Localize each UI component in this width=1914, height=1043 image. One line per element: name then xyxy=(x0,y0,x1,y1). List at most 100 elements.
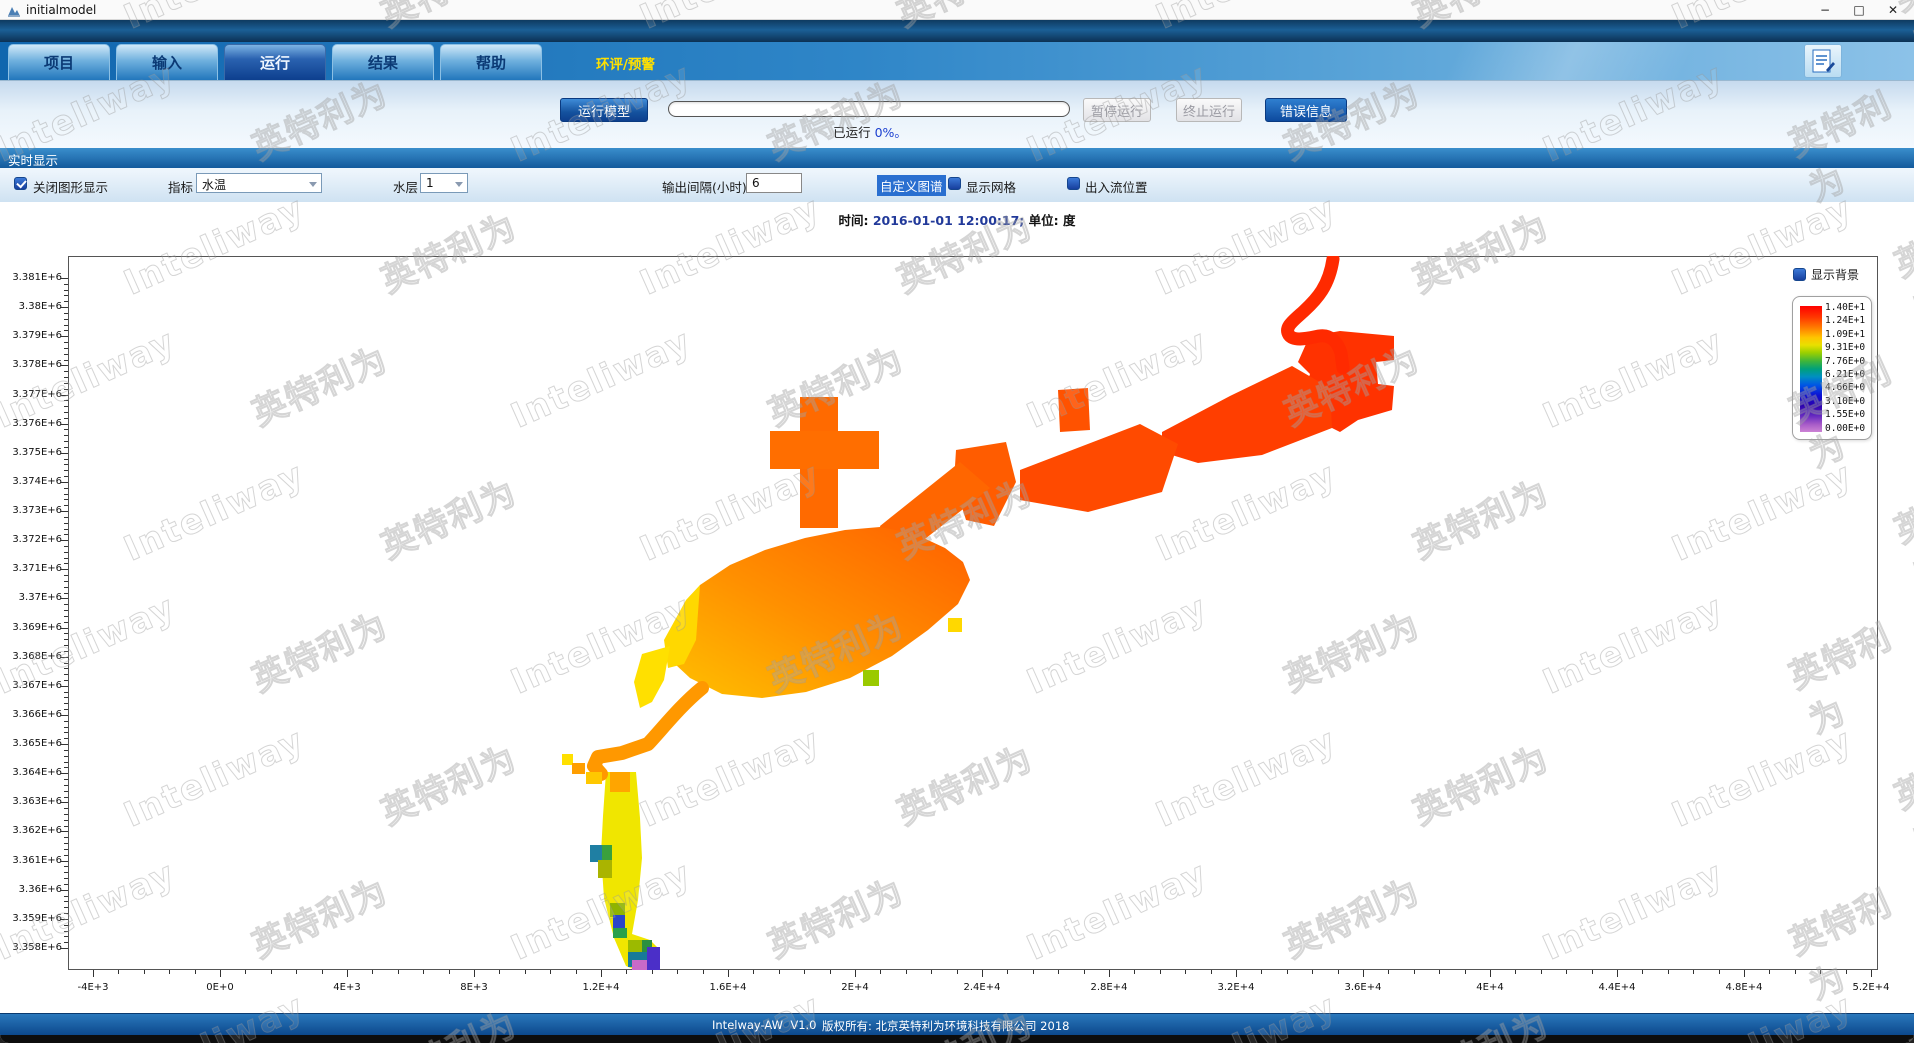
x-tick-label: 4.8E+4 xyxy=(1714,982,1774,993)
legend-value: 7.76E+0 xyxy=(1825,356,1871,369)
x-minor-tick xyxy=(169,970,170,974)
y-tick-mark xyxy=(61,890,68,891)
x-minor-tick xyxy=(957,970,958,974)
x-minor-tick xyxy=(1693,970,1694,974)
temperature-heatmap xyxy=(68,256,1878,970)
x-tick-mark xyxy=(1490,970,1491,977)
x-minor-tick xyxy=(322,970,323,974)
x-minor-tick xyxy=(753,970,754,974)
map-region-north-arm xyxy=(1058,388,1090,432)
x-tick-mark xyxy=(855,970,856,977)
x-minor-tick xyxy=(1211,970,1212,974)
y-tick-mark xyxy=(61,598,68,599)
layer-label: 水层 xyxy=(393,177,418,196)
chevron-down-icon xyxy=(309,182,317,187)
tab-env-warning[interactable]: 环评/预警 xyxy=(596,53,655,73)
menu-tab-项目[interactable]: 项目 xyxy=(8,44,110,80)
layer-select[interactable]: 1 xyxy=(420,173,468,193)
x-tick-label: 4E+3 xyxy=(317,982,377,993)
legend-toggle: 显示背景 xyxy=(1793,266,1859,283)
time-caption: 时间: 2016-01-01 12:00:17; 单位: 度 xyxy=(0,210,1914,229)
y-tick-label: 3.376E+6 xyxy=(2,418,62,429)
maximize-button[interactable]: □ xyxy=(1842,0,1876,20)
legend-gradient-bar xyxy=(1800,306,1822,432)
x-minor-tick xyxy=(1566,970,1567,974)
y-tick-label: 3.358E+6 xyxy=(2,942,62,953)
run-status: 已运行 0%。 xyxy=(770,122,970,141)
y-tick-label: 3.371E+6 xyxy=(2,563,62,574)
indicator-select[interactable]: 水温 xyxy=(196,173,322,193)
x-minor-tick xyxy=(626,970,627,974)
status-bar: Intelway-AW V1.0 版权所有: 北京英特利为环境科技有限公司 20… xyxy=(0,1013,1914,1035)
menu-tab-结果[interactable]: 结果 xyxy=(332,44,434,80)
x-tick-label: 0E+0 xyxy=(190,982,250,993)
map-cell xyxy=(598,860,612,878)
custom-legend-button[interactable]: 自定义图谱 xyxy=(877,175,946,196)
pause-run-button[interactable]: 暂停运行 xyxy=(1083,98,1151,122)
y-tick-label: 3.378E+6 xyxy=(2,359,62,370)
legend-value: 1.55E+0 xyxy=(1825,409,1871,422)
map-cell xyxy=(613,928,627,938)
legend-value: 9.31E+0 xyxy=(1825,342,1871,355)
menu-tab-帮助[interactable]: 帮助 xyxy=(440,44,542,80)
y-tick-mark xyxy=(61,773,68,774)
map-cell xyxy=(590,845,602,862)
x-minor-tick xyxy=(1084,970,1085,974)
x-minor-tick xyxy=(118,970,119,974)
y-tick-mark xyxy=(61,657,68,658)
close-graphics-label: 关闭图形显示 xyxy=(33,177,108,196)
realtime-controls: 关闭图形显示 指标 水温 水层 1 输出间隔(小时) 自定义图谱 显示网格 出入… xyxy=(0,168,1914,202)
x-minor-tick xyxy=(1769,970,1770,974)
output-interval-input[interactable] xyxy=(746,173,802,193)
app-version: Intelway-AW V1.0 xyxy=(712,1018,817,1032)
y-tick-mark xyxy=(61,365,68,366)
y-tick-mark xyxy=(61,861,68,862)
app-icon xyxy=(7,3,21,17)
y-tick-label: 3.374E+6 xyxy=(2,476,62,487)
x-tick-mark xyxy=(1236,970,1237,977)
y-tick-label: 3.373E+6 xyxy=(2,505,62,516)
y-tick-label: 3.362E+6 xyxy=(2,825,62,836)
show-background-checkbox[interactable] xyxy=(1793,268,1806,281)
error-info-button[interactable]: 错误信息 xyxy=(1265,98,1347,122)
run-toolbar: 运行模型 已运行 0%。 暂停运行 终止运行 错误信息 xyxy=(0,80,1914,148)
flow-position-checkbox[interactable] xyxy=(1067,177,1080,190)
map-cell xyxy=(610,903,625,917)
x-tick-mark xyxy=(220,970,221,977)
menu-tab-运行[interactable]: 运行 xyxy=(224,44,326,80)
menu-bar: 项目输入运行结果帮助 环评/预警 xyxy=(0,42,1914,80)
x-minor-tick xyxy=(1160,970,1161,974)
y-tick-mark xyxy=(61,715,68,716)
show-grid-checkbox[interactable] xyxy=(948,177,961,190)
x-minor-tick xyxy=(1414,970,1415,974)
y-tick-mark xyxy=(61,424,68,425)
run-model-button[interactable]: 运行模型 xyxy=(560,98,648,122)
report-icon[interactable] xyxy=(1804,44,1842,78)
x-minor-tick xyxy=(906,970,907,974)
menu-tab-输入[interactable]: 输入 xyxy=(116,44,218,80)
y-tick-mark xyxy=(61,831,68,832)
stop-run-button[interactable]: 终止运行 xyxy=(1176,98,1242,122)
y-tick-label: 3.36E+6 xyxy=(2,884,62,895)
x-minor-tick xyxy=(1668,970,1669,974)
x-minor-tick xyxy=(652,970,653,974)
close-graphics-checkbox[interactable] xyxy=(14,177,27,190)
map-cell xyxy=(863,670,879,686)
map-region-red-cluster-sw xyxy=(1020,424,1178,512)
map-canvas: 时间: 2016-01-01 12:00:17; 单位: 度 3.381E+63… xyxy=(0,202,1914,1013)
y-tick-label: 3.372E+6 xyxy=(2,534,62,545)
x-minor-tick xyxy=(1795,970,1796,974)
x-minor-tick xyxy=(1312,970,1313,974)
minimize-button[interactable]: − xyxy=(1808,0,1842,20)
copyright: 版权所有: 北京英特利为环境科技有限公司 2018 xyxy=(822,1018,1069,1034)
close-button[interactable]: ✕ xyxy=(1876,0,1910,20)
x-tick-label: 2.4E+4 xyxy=(952,982,1012,993)
x-tick-mark xyxy=(1617,970,1618,977)
map-region-lake-body xyxy=(672,527,970,698)
x-minor-tick xyxy=(398,970,399,974)
y-tick-mark xyxy=(61,948,68,949)
legend-value: 1.40E+1 xyxy=(1825,302,1871,315)
menu-tabs: 项目输入运行结果帮助 xyxy=(8,44,542,80)
map-cell xyxy=(948,618,962,632)
x-tick-label: 5.2E+4 xyxy=(1841,982,1901,993)
